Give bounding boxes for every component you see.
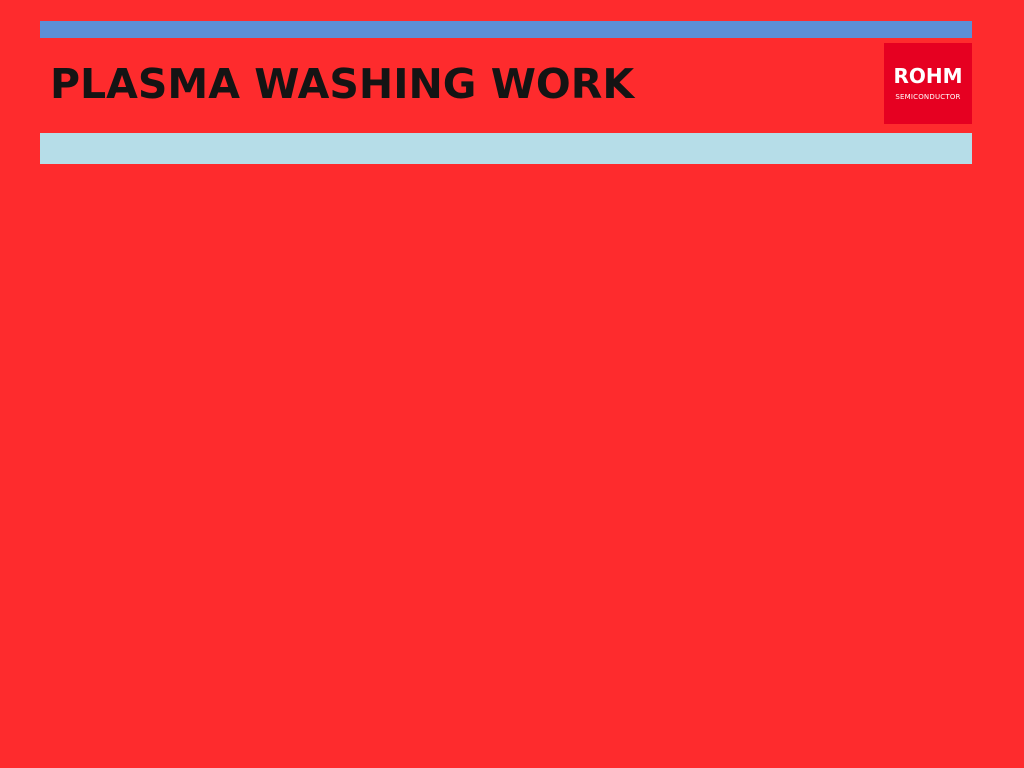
rohm-logo: ROHM SEMICONDUCTOR: [884, 43, 972, 124]
top-accent-bar: [40, 21, 972, 38]
slide-title: PLASMA WASHING WORK: [50, 60, 635, 108]
logo-subtitle: SEMICONDUCTOR: [895, 93, 961, 101]
subtitle-band: [40, 133, 972, 164]
logo-wordmark: ROHM: [893, 64, 963, 88]
